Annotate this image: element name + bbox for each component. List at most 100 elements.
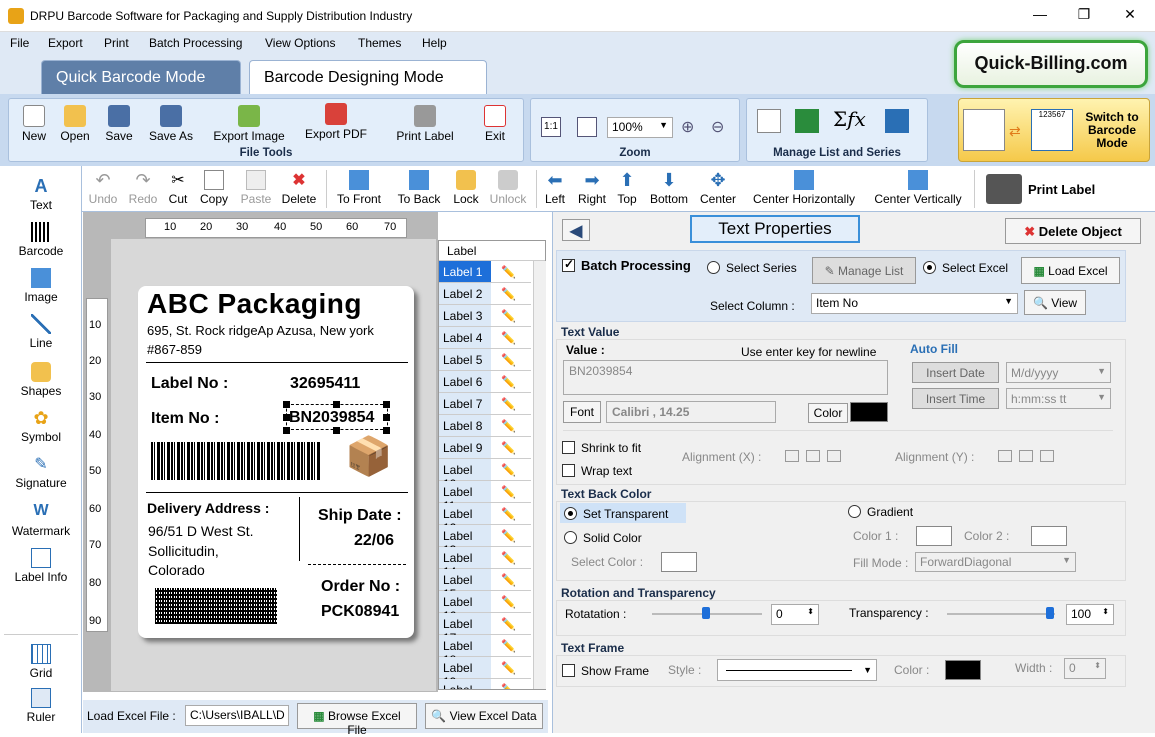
minimize-button[interactable]: —	[1030, 6, 1050, 22]
menu-file[interactable]: File	[10, 36, 29, 50]
close-button[interactable]: ✕	[1120, 6, 1140, 23]
resize-handle[interactable]	[333, 427, 340, 434]
insert-time-button[interactable]: Insert Time	[912, 388, 999, 409]
batch-processing-checkbox[interactable]: ✓	[562, 257, 575, 272]
pencil-icon[interactable]: ✏️	[501, 375, 517, 389]
delete-button[interactable]: ✖ Delete	[278, 170, 320, 206]
cut-button[interactable]: ✂ Cut	[164, 170, 192, 206]
excel-path-input[interactable]: C:\Users\IBALL\D	[185, 705, 289, 726]
lock-button[interactable]: Lock	[450, 170, 482, 206]
pencil-icon[interactable]: ✏️	[501, 683, 517, 689]
zoom-out-icon[interactable]: ⊖	[711, 117, 724, 137]
delivery-caption[interactable]: Delivery Address :	[147, 500, 269, 516]
delete-object-button[interactable]: ✖ Delete Object	[1005, 218, 1141, 244]
list-item[interactable]: Label 9 ✏️	[439, 437, 531, 459]
text-color-swatch[interactable]	[850, 402, 888, 422]
view-button[interactable]: 🔍 View	[1024, 290, 1086, 315]
align-left-icon[interactable]	[785, 450, 799, 462]
resize-handle[interactable]	[333, 401, 340, 408]
color1-swatch[interactable]	[916, 526, 952, 546]
resize-handle[interactable]	[283, 401, 290, 408]
color2-swatch[interactable]	[1031, 526, 1067, 546]
new-button[interactable]: New	[19, 105, 49, 143]
fit-icon[interactable]	[577, 117, 597, 137]
list-item[interactable]: Label 8 ✏️	[439, 415, 531, 437]
actual-size-icon[interactable]: 1:1	[541, 117, 561, 137]
solid-color-swatch[interactable]	[661, 552, 697, 572]
list-item[interactable]: Label 2 ✏️	[439, 283, 531, 305]
watermark-tool[interactable]: W Watermark	[4, 502, 78, 538]
label-list-scrollbar[interactable]	[533, 261, 546, 689]
align-right-icon[interactable]	[827, 450, 841, 462]
line-tool[interactable]: Line	[4, 314, 78, 350]
center-horizontally-button[interactable]: Center Horizontally	[748, 170, 860, 206]
center-vertically-button[interactable]: Center Vertically	[868, 170, 968, 206]
resize-handle[interactable]	[383, 401, 390, 408]
select-series-radio[interactable]	[707, 261, 720, 274]
barcode-tool[interactable]: Barcode	[4, 222, 78, 258]
label-company[interactable]: ABC Packaging	[147, 288, 362, 320]
label-address-line1[interactable]: 695, St. Rock ridgeAp Azusa, New york	[147, 323, 374, 338]
pencil-icon[interactable]: ✏️	[501, 397, 517, 411]
swap-icon[interactable]	[885, 109, 909, 133]
export-pdf-button[interactable]: Export PDF	[301, 103, 371, 141]
list-item[interactable]: Label 4 ✏️	[439, 327, 531, 349]
fill-mode-dropdown[interactable]: ForwardDiagonal ▼	[915, 552, 1076, 572]
switch-to-barcode-mode-button[interactable]: ⇄ 123567 Switch to Barcode Mode	[958, 98, 1150, 162]
list-item[interactable]: Label 5 ✏️	[439, 349, 531, 371]
set-transparent-radio[interactable]	[564, 507, 577, 520]
text-value-input[interactable]: BN2039854	[563, 360, 888, 395]
symbol-tool[interactable]: ✿ Symbol	[4, 408, 78, 444]
align-left-button[interactable]: ⬅ Left	[540, 170, 570, 206]
pencil-icon[interactable]: ✏️	[501, 287, 517, 301]
barcode-label[interactable]: ABC Packaging 695, St. Rock ridgeAp Azus…	[138, 286, 414, 638]
pencil-icon[interactable]: ✏️	[501, 661, 517, 675]
tab-barcode-designing-mode[interactable]: Barcode Designing Mode	[249, 60, 487, 94]
rotation-slider-handle[interactable]	[702, 607, 710, 619]
item-no-value[interactable]: BN2039854	[289, 409, 374, 427]
list-item[interactable]: Label 7 ✏️	[439, 393, 531, 415]
to-back-button[interactable]: To Back	[394, 170, 444, 206]
pencil-icon[interactable]: ✏️	[501, 265, 517, 279]
time-format-dropdown[interactable]: h:mm:ss tt ▼	[1006, 388, 1111, 409]
to-front-button[interactable]: To Front	[334, 170, 384, 206]
transparency-slider[interactable]	[947, 613, 1055, 615]
resize-handle[interactable]	[283, 414, 290, 421]
font-button[interactable]: Font	[563, 401, 601, 423]
align-bottom-icon[interactable]	[1040, 450, 1054, 462]
view-excel-data-button[interactable]: 🔍 View Excel Data	[425, 703, 543, 729]
resize-handle[interactable]	[383, 414, 390, 421]
save-as-button[interactable]: Save As	[145, 105, 197, 143]
grid-tool[interactable]: Grid	[4, 644, 78, 680]
menu-batch-processing[interactable]: Batch Processing	[149, 36, 242, 50]
list-item[interactable]: Label 13✏️	[439, 525, 531, 557]
menu-print[interactable]: Print	[104, 36, 129, 50]
select-excel-radio[interactable]	[923, 261, 936, 274]
unlock-button[interactable]: Unlock	[486, 170, 530, 206]
ship-date-value[interactable]: 22/06	[354, 532, 394, 550]
menu-export[interactable]: Export	[48, 36, 83, 50]
transparency-slider-handle[interactable]	[1046, 607, 1054, 619]
align-top-button[interactable]: ⬆ Top	[612, 170, 642, 206]
align-center-button[interactable]: ✥ Center	[696, 170, 740, 206]
label-info-tool[interactable]: Label Info	[4, 548, 78, 584]
zoom-select[interactable]: 100% ▼	[607, 117, 673, 138]
image-tool[interactable]: Image	[4, 268, 78, 304]
tab-quick-barcode-mode[interactable]: Quick Barcode Mode	[41, 60, 241, 94]
list-item[interactable]: Label 10✏️	[439, 459, 531, 491]
pencil-icon[interactable]: ✏️	[501, 309, 517, 323]
pencil-icon[interactable]: ✏️	[501, 507, 517, 521]
list-item[interactable]: Label 19✏️	[439, 657, 531, 689]
align-top-icon[interactable]	[998, 450, 1012, 462]
print-label-toolbar-button[interactable]: Print Label	[984, 170, 1136, 208]
delivery-line2[interactable]: Sollicitudin,	[148, 543, 219, 559]
list-item[interactable]: Label 11✏️	[439, 481, 531, 513]
pencil-icon[interactable]: ✏️	[501, 485, 517, 499]
save-button[interactable]: Save	[101, 105, 137, 143]
export-image-button[interactable]: Export Image	[207, 105, 291, 143]
print-label-button[interactable]: Print Label	[391, 105, 459, 143]
insert-date-button[interactable]: Insert Date	[912, 362, 999, 383]
ship-date-caption[interactable]: Ship Date :	[318, 507, 402, 525]
ruler-tool[interactable]: Ruler	[4, 688, 78, 724]
show-frame-checkbox[interactable]	[562, 664, 575, 677]
